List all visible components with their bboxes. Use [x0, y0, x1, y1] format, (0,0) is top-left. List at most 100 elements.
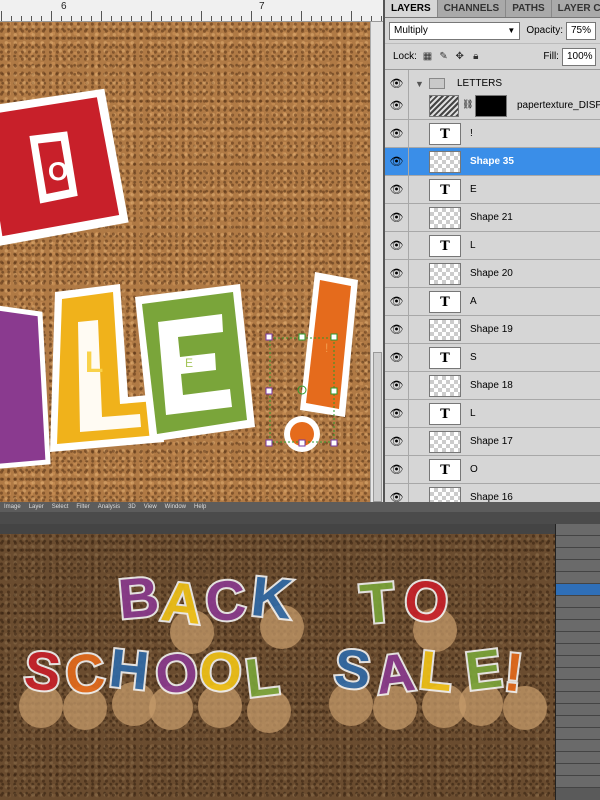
mini-layer-row[interactable] — [556, 548, 600, 560]
eye-icon[interactable]: 👁︎ — [385, 427, 409, 456]
eye-icon[interactable]: 👁︎ — [385, 455, 409, 484]
vertical-scrollbar[interactable] — [370, 22, 383, 502]
mini-layer-row[interactable] — [556, 656, 600, 668]
layer-row[interactable]: 👁︎ ⛓ papertexture_DISP — [385, 91, 600, 120]
layer-row[interactable]: 👁︎ Shape 20 — [385, 259, 600, 288]
tab-paths[interactable]: PATHS — [506, 0, 552, 17]
preview-letter-sticker: L — [240, 644, 284, 712]
ruler-tick — [211, 16, 212, 21]
ruler-tick — [71, 16, 72, 21]
mini-layer-row[interactable] — [556, 680, 600, 692]
scroll-thumb[interactable] — [373, 352, 382, 502]
mini-layer-row[interactable] — [556, 608, 600, 620]
menu-item[interactable]: Window — [165, 504, 186, 510]
mini-layer-row[interactable] — [556, 524, 600, 536]
triangle-down-icon[interactable]: ▼ — [415, 79, 424, 89]
menu-item[interactable]: Filter — [76, 504, 89, 510]
tab-layers[interactable]: LAYERS — [385, 0, 438, 17]
layer-name: Shape 20 — [470, 268, 513, 279]
mini-layer-row[interactable] — [556, 644, 600, 656]
mini-layer-row[interactable] — [556, 536, 600, 548]
mini-layer-row[interactable] — [556, 632, 600, 644]
fill-field[interactable]: 100% — [561, 47, 596, 66]
eye-icon[interactable]: 👁︎ — [385, 259, 409, 288]
mini-layer-row[interactable] — [556, 572, 600, 584]
layer-row[interactable]: 👁︎ Shape 21 — [385, 203, 600, 232]
mini-layer-row[interactable] — [556, 764, 600, 776]
text-layer-thumbnail: T — [429, 291, 461, 313]
lock-position-icon[interactable]: ✥ — [454, 50, 465, 63]
lock-transparency-icon[interactable]: ▦ — [422, 50, 433, 63]
ruler-tick — [91, 16, 92, 21]
tab-channels[interactable]: CHANNELS — [438, 0, 507, 17]
layer-row[interactable]: 👁︎ T L — [385, 399, 600, 428]
layer-row[interactable]: 👁︎ T E — [385, 175, 600, 204]
mini-layer-row[interactable] — [556, 620, 600, 632]
eye-icon[interactable]: 👁︎ — [385, 343, 409, 372]
canvas-letter-l: L — [85, 346, 103, 379]
tab-layer-comps[interactable]: LAYER CO — [552, 0, 600, 17]
ruler-tick — [201, 11, 202, 21]
blend-mode-value: Multiply — [394, 24, 428, 36]
mini-layer-row[interactable] — [556, 716, 600, 728]
canvas-letter-exclaim: ! — [325, 341, 328, 355]
layer-row[interactable]: 👁︎ Shape 18 — [385, 371, 600, 400]
mini-layer-row[interactable] — [556, 740, 600, 752]
lock-label: Lock: — [393, 51, 417, 62]
layers-panel: LAYERS CHANNELS PATHS LAYER CO Multiply … — [383, 0, 600, 502]
preview-letter-sticker: O — [399, 565, 453, 636]
menu-item[interactable]: Layer — [29, 504, 44, 510]
preview-letter-sticker: S — [19, 638, 65, 705]
menu-item[interactable]: View — [144, 504, 157, 510]
layer-row[interactable]: 👁︎ Shape 35 — [385, 147, 600, 176]
layer-mask-thumbnail[interactable] — [475, 95, 507, 117]
preview-letter: C — [203, 567, 249, 633]
eye-icon[interactable]: 👁︎ — [385, 203, 409, 232]
eye-icon[interactable]: 👁︎ — [385, 119, 409, 148]
layer-row[interactable]: 👁︎ Shape 19 — [385, 315, 600, 344]
ruler-tick — [81, 16, 82, 21]
mini-layer-row[interactable] — [556, 560, 600, 572]
mini-layer-row[interactable] — [556, 728, 600, 740]
link-icon: ⛓ — [462, 99, 474, 109]
ruler-tick — [111, 16, 112, 21]
mini-layer-row[interactable] — [556, 668, 600, 680]
mini-layer-row[interactable] — [556, 584, 600, 596]
layer-row[interactable]: 👁︎ T S — [385, 343, 600, 372]
layer-row[interactable]: 👁︎ Shape 16 — [385, 483, 600, 502]
layer-row[interactable]: 👁︎ T! — [385, 119, 600, 148]
mini-layer-row[interactable] — [556, 776, 600, 788]
eye-icon[interactable]: 👁︎ — [385, 147, 409, 176]
menu-item[interactable]: 3D — [128, 504, 136, 510]
mini-layer-row[interactable] — [556, 596, 600, 608]
mini-layer-row[interactable] — [556, 752, 600, 764]
menu-item[interactable]: Help — [194, 504, 206, 510]
eye-icon[interactable]: 👁︎ — [385, 287, 409, 316]
blend-mode-select[interactable]: Multiply ▼ — [389, 21, 521, 40]
menu-item[interactable]: Image — [4, 504, 21, 510]
eye-icon[interactable]: 👁︎ — [385, 483, 409, 502]
eye-icon[interactable]: 👁︎ — [385, 231, 409, 260]
eye-icon[interactable]: 👁︎ — [385, 175, 409, 204]
preview-letter-sticker: E — [460, 636, 507, 704]
layer-row[interactable]: 👁︎ T O — [385, 455, 600, 484]
lock-pixels-icon[interactable]: ✎ — [438, 50, 449, 63]
eye-icon[interactable]: 👁︎ — [385, 91, 409, 120]
lock-all-icon[interactable]: 🔒︎ — [470, 50, 481, 63]
layer-name: E — [470, 184, 477, 195]
preview-letter: L — [416, 640, 455, 703]
eye-icon[interactable]: 👁︎ — [385, 371, 409, 400]
layer-row[interactable]: 👁︎ Shape 17 — [385, 427, 600, 456]
ruler-tick — [381, 16, 382, 21]
layer-row[interactable]: 👁︎ T A — [385, 287, 600, 316]
menu-item[interactable]: Select — [52, 504, 69, 510]
layer-name: Shape 16 — [470, 492, 513, 502]
eye-icon[interactable]: 👁︎ — [385, 315, 409, 344]
layer-row[interactable]: 👁︎ T L — [385, 231, 600, 260]
opacity-field[interactable]: 75% — [566, 21, 596, 40]
eye-icon[interactable]: 👁︎ — [385, 399, 409, 428]
mini-layer-row[interactable] — [556, 692, 600, 704]
document-canvas[interactable]: 6 7 O L E ! — [0, 0, 383, 502]
mini-layer-row[interactable] — [556, 704, 600, 716]
menu-item[interactable]: Analysis — [98, 504, 120, 510]
